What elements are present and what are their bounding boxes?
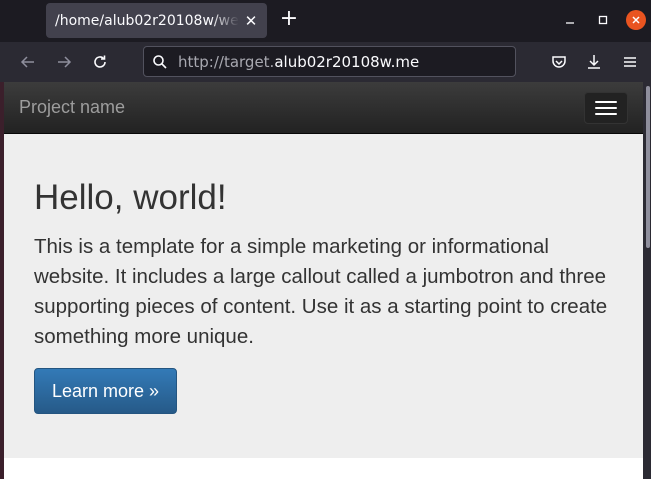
tab-strip: /home/alub02r20108w/website ✕ + [0, 0, 651, 42]
back-arrow-icon[interactable] [16, 50, 40, 74]
new-tab-icon[interactable]: + [277, 8, 301, 32]
download-icon[interactable] [582, 50, 606, 74]
url-scheme: http://target. [178, 52, 275, 71]
toggle-bar [595, 113, 617, 115]
minimize-icon[interactable] [560, 10, 580, 30]
scrollbar-thumb[interactable] [646, 86, 650, 248]
tab-close-icon[interactable]: ✕ [239, 9, 263, 33]
search-icon [152, 54, 168, 70]
browser-toolbar: http://target. alub02r20108w.me [0, 42, 651, 82]
site-navbar: Project name [4, 82, 643, 134]
navbar-brand[interactable]: Project name [19, 97, 125, 118]
toggle-bar [595, 107, 617, 109]
hamburger-menu-icon[interactable] [618, 50, 642, 74]
url-host: alub02r20108w.me [274, 52, 420, 71]
scrollbar[interactable] [643, 82, 651, 479]
pocket-icon[interactable] [547, 50, 571, 74]
navbar-toggle-button[interactable] [584, 92, 628, 124]
page-viewport: Project name Hello, world! This is a tem… [4, 82, 643, 479]
jumbotron: Hello, world! This is a template for a s… [4, 134, 643, 458]
address-bar[interactable]: http://target. alub02r20108w.me [143, 46, 516, 77]
reload-icon[interactable] [88, 50, 112, 74]
forward-arrow-icon[interactable] [52, 50, 76, 74]
learn-more-button[interactable]: Learn more » [34, 368, 178, 414]
maximize-icon[interactable] [593, 10, 613, 30]
jumbotron-text: This is a template for a simple marketin… [34, 235, 608, 348]
toggle-bar [595, 101, 617, 103]
jumbotron-heading: Hello, world! [34, 178, 227, 217]
tab-title: /home/alub02r20108w/website [55, 12, 239, 29]
browser-tab[interactable]: /home/alub02r20108w/website ✕ [46, 3, 267, 38]
close-window-icon[interactable] [626, 10, 646, 30]
